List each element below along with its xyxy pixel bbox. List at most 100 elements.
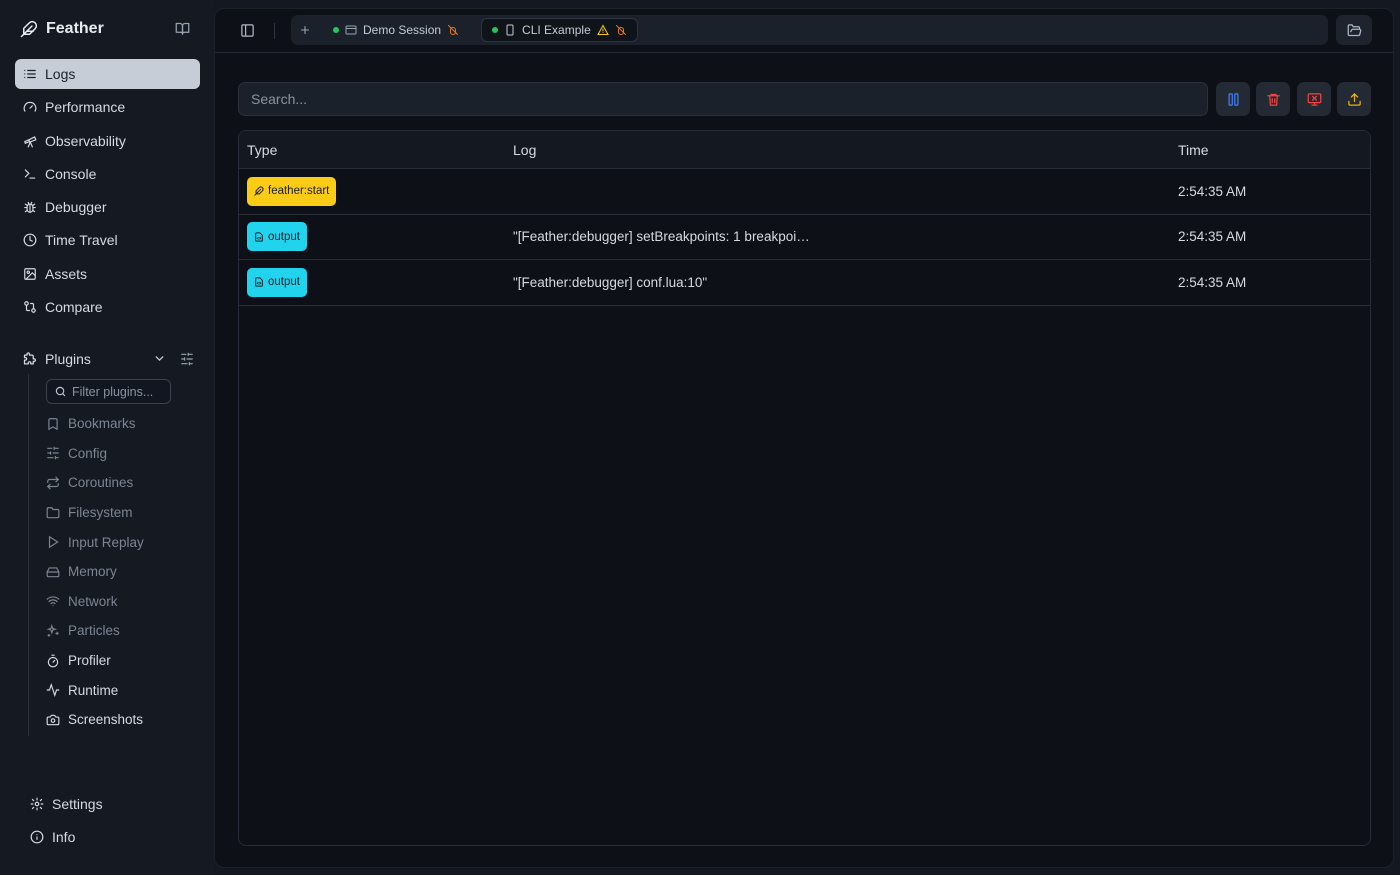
plugin-item-config[interactable]: Config [46,439,196,469]
nav-item-compare[interactable]: Compare [15,292,200,322]
time-cell: 2:54:35 AM [1178,274,1247,290]
wifi-icon [46,594,60,608]
chevron-down-icon[interactable] [153,352,166,365]
plugin-item-runtime[interactable]: Runtime [46,675,196,705]
log-cell: "[Feather:debugger] setBreakpoints: 1 br… [513,229,810,245]
clear-logs-button[interactable] [1256,82,1290,116]
trash-icon [1266,92,1281,107]
telescope-icon [23,134,37,148]
type-label: output [268,276,300,289]
plugin-item-coroutines[interactable]: Coroutines [46,468,196,498]
main-panel: Demo Session CLI Example Type [214,8,1394,868]
plugin-item-filesystem[interactable]: Filesystem [46,498,196,528]
app-name: Feather [46,20,104,37]
plugin-item-network[interactable]: Network [46,587,196,617]
puzzle-icon [22,351,37,367]
nav-item-assets[interactable]: Assets [15,259,200,289]
book-open-icon[interactable] [175,21,190,36]
nav-label: Time Travel [45,232,118,249]
plugin-label: Network [68,593,118,609]
nav-item-console[interactable]: Console [15,159,200,189]
hard-drive-icon [46,565,60,579]
window-icon [345,24,357,36]
export-button[interactable] [1337,82,1371,116]
plugin-item-profiler[interactable]: Profiler [46,646,196,676]
plugin-item-screenshots[interactable]: Screenshots [46,705,196,735]
smartphone-icon [504,24,516,36]
type-label: output [268,230,300,243]
nav-item-observability[interactable]: Observability [15,126,200,156]
plugin-label: Profiler [68,653,111,669]
table-header: Type Log Time [239,131,1370,169]
filter-plugins-input[interactable] [72,384,167,399]
plugin-item-input-replay[interactable]: Input Replay [46,527,196,557]
nav-item-performance[interactable]: Performance [15,92,200,122]
disconnect-button[interactable] [1297,82,1331,116]
nav-item-settings[interactable]: Settings [30,790,103,818]
tab-label: CLI Example [522,23,591,37]
bug-icon [23,200,37,214]
sparkles-icon [46,623,60,638]
compare-icon [23,300,37,314]
monitor-off-icon [1307,92,1322,107]
bug-off-icon [615,24,627,36]
column-header-time[interactable]: Time [1171,142,1209,158]
open-folder-button[interactable] [1336,15,1372,45]
tab-cli-example[interactable]: CLI Example [481,18,638,42]
nav-label: Compare [45,299,103,316]
sidebar-footer: Settings Info [30,790,103,856]
filter-plugins-field[interactable] [46,379,171,404]
log-search-field[interactable] [238,82,1208,116]
plugin-label: Coroutines [68,475,134,491]
upload-icon [1347,92,1362,107]
columns-button[interactable] [1216,82,1250,116]
repeat-icon [46,476,60,490]
gear-icon [30,797,44,811]
bookmark-icon [46,417,60,431]
time-cell: 2:54:35 AM [1178,183,1247,199]
warning-icon [596,24,609,36]
activity-icon [46,683,60,698]
column-header-type[interactable]: Type [239,142,505,158]
nav-item-debugger[interactable]: Debugger [15,192,200,222]
bug-off-icon [447,24,459,36]
camera-icon [46,713,60,727]
plugin-item-particles[interactable]: Particles [46,616,196,646]
nav-item-logs[interactable]: Logs [15,59,200,89]
nav-label: Debugger [45,199,107,216]
feather-icon [254,186,264,196]
type-badge: feather:start [247,176,337,206]
nav-label: Settings [52,796,103,812]
log-table: Type Log Time feather:start 2:54:35 AM o… [238,130,1371,846]
plugin-item-memory[interactable]: Memory [46,557,196,587]
plugin-label: Particles [68,623,120,639]
clock-icon [23,233,37,247]
log-search-input[interactable] [251,91,1151,107]
plugin-label: Filesystem [68,505,133,521]
table-row[interactable]: feather:start 2:54:35 AM [239,169,1370,215]
status-dot [333,27,339,33]
nav-label: Info [52,829,76,845]
nav-item-info[interactable]: Info [30,823,103,851]
column-header-log[interactable]: Log [505,142,1171,158]
nav-label: Assets [45,265,88,282]
plugin-label: Config [68,445,108,461]
sliders-icon[interactable] [180,352,194,366]
plugin-label: Memory [68,564,117,580]
timer-icon [46,654,60,668]
tab-demo-session[interactable]: Demo Session [323,18,469,42]
plugin-item-bookmarks[interactable]: Bookmarks [46,409,196,439]
table-row[interactable]: output "[Feather:debugger] setBreakpoint… [239,215,1370,260]
plugin-label: Screenshots [68,712,144,728]
nav-item-time-travel[interactable]: Time Travel [15,225,200,255]
type-cell: output [239,267,505,297]
divider [274,23,275,39]
table-row[interactable]: output "[Feather:debugger] conf.lua:10" … [239,260,1370,306]
sidebar-toggle-icon[interactable] [240,23,255,38]
plugins-header[interactable]: Plugins [22,349,197,369]
type-cell: feather:start [239,176,505,206]
brand[interactable]: Feather [20,18,104,40]
columns-icon [1226,92,1241,107]
new-tab-button[interactable] [291,24,319,36]
plugin-label: Input Replay [68,534,144,550]
